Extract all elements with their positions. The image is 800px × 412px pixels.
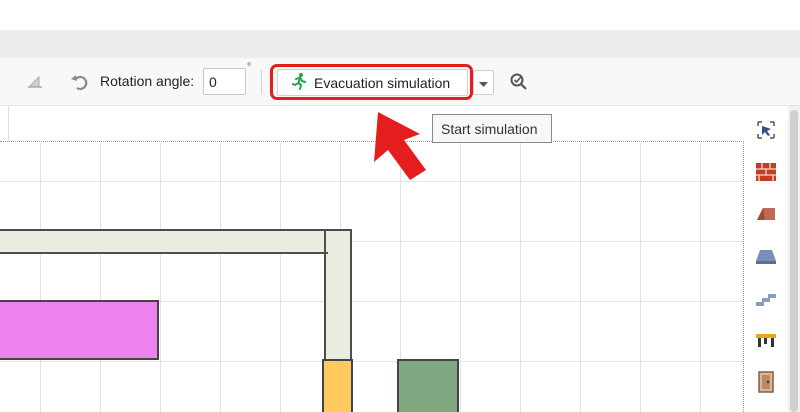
ruler-tick — [8, 106, 9, 142]
green-room[interactable] — [397, 359, 459, 412]
vertical-scrollbar[interactable] — [788, 106, 800, 412]
table-icon[interactable] — [754, 328, 778, 352]
floor-grid[interactable] — [0, 143, 744, 412]
flip-icon[interactable] — [23, 70, 47, 94]
highlight-frame — [270, 64, 473, 100]
rotation-angle-input[interactable] — [203, 68, 246, 95]
object-palette — [744, 106, 788, 412]
rotation-angle-label: Rotation angle: — [100, 73, 195, 89]
floor-slab-icon[interactable] — [754, 244, 778, 268]
roof-icon[interactable] — [754, 202, 778, 226]
tab-strip — [0, 30, 800, 58]
magenta-room[interactable] — [0, 300, 159, 360]
title-bar — [0, 0, 800, 30]
stairs-icon[interactable] — [754, 286, 778, 310]
select-icon[interactable] — [754, 118, 778, 142]
door-icon[interactable] — [754, 370, 778, 394]
evacuation-dropdown-button[interactable] — [473, 70, 494, 95]
rotate-icon[interactable] — [68, 70, 92, 94]
scrollbar-thumb[interactable] — [790, 110, 798, 412]
wall-segment-top[interactable] — [0, 229, 352, 254]
orange-door-area[interactable] — [322, 359, 353, 412]
wall-inner-edge — [0, 252, 326, 254]
start-simulation-tooltip: Start simulation — [432, 114, 552, 143]
toolbar-separator — [261, 70, 262, 94]
degree-symbol: ° — [247, 62, 251, 73]
toolbar: Rotation angle: ° Evacuation simulation — [0, 58, 800, 106]
wall-brick-icon[interactable] — [754, 160, 778, 184]
red-arrow-pointer — [366, 104, 436, 182]
chevron-down-icon — [479, 75, 488, 91]
search-check-icon[interactable] — [507, 70, 531, 94]
wall-fill — [326, 254, 350, 359]
